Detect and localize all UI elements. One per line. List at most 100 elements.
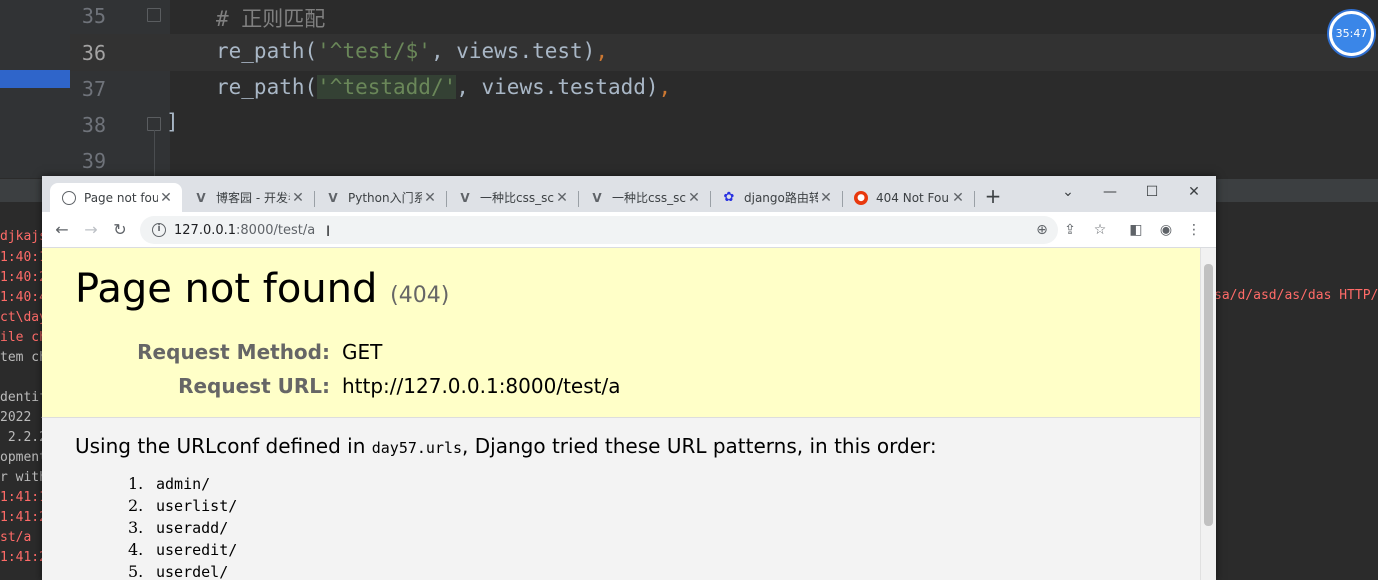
screen: 35 36 37 38 39 # 正则匹配 re_path('^test/$',… xyxy=(0,0,1378,580)
back-arrow-icon[interactable]: ← xyxy=(51,219,73,241)
url-pattern: useradd/ xyxy=(156,519,229,537)
reload-icon[interactable]: ↻ xyxy=(109,219,131,241)
url-pattern: userdel/ xyxy=(156,563,229,580)
close-icon[interactable]: ✕ xyxy=(686,190,702,206)
side-panel-icon[interactable]: ◧ xyxy=(1126,220,1146,240)
code-call: re_path( xyxy=(216,75,318,99)
cnblogs-icon: ᐯ xyxy=(460,190,470,205)
more-menu-icon[interactable]: ⋮ xyxy=(1184,220,1204,240)
line-number: 38 xyxy=(81,113,106,137)
list-item: 2. userlist/ xyxy=(128,496,237,518)
info-prefix: Using the URLconf defined in xyxy=(75,434,372,458)
list-number: 5. xyxy=(128,562,144,580)
tab-django-routing[interactable]: ✿ django路由转 ✕ xyxy=(710,183,842,212)
console-line: 1:41:1 xyxy=(0,490,47,505)
tab-title: 一种比css_sco xyxy=(480,191,554,205)
url-path: :8000/test/a xyxy=(236,222,316,238)
code-call: re_path( xyxy=(216,39,318,63)
red-site-icon: ● xyxy=(854,190,868,205)
tab-title: Page not fou xyxy=(84,190,158,205)
globe-icon xyxy=(62,190,76,205)
tab-title: 404 Not Foun xyxy=(876,190,950,205)
close-window-icon[interactable]: ✕ xyxy=(1174,180,1214,204)
console-line: st/a xyxy=(0,530,32,545)
fold-marker-icon[interactable] xyxy=(147,117,161,131)
console-line: 2.2.2 xyxy=(0,430,47,445)
profile-avatar-icon[interactable]: ◉ xyxy=(1156,220,1176,240)
tab-title: Python入门系 xyxy=(348,191,422,205)
tab-css-article-2[interactable]: ᐯ 一种比css_sco ✕ xyxy=(578,183,710,212)
status-code: (404) xyxy=(390,283,450,308)
list-item: 1. admin/ xyxy=(128,474,237,496)
request-url-label: Request URL: xyxy=(178,374,330,398)
tab-strip: Page not fou ✕ ᐯ 博客园 - 开发者 ✕ ᐯ Python入门系… xyxy=(42,176,1216,212)
urlconf-info: Using the URLconf defined in day57.urls,… xyxy=(75,434,937,458)
error-summary: Page not found (404) Request Method: GET… xyxy=(42,248,1200,418)
code-line-37[interactable]: re_path('^testadd/', views.testadd), xyxy=(216,75,671,99)
tab-page-not-found[interactable]: Page not fou ✕ xyxy=(50,183,182,212)
cnblogs-icon: ᐯ xyxy=(196,190,206,205)
line-number: 37 xyxy=(81,77,106,101)
code-string: '^testadd/' xyxy=(317,75,457,99)
code-line-38[interactable]: ] xyxy=(166,110,179,134)
close-icon[interactable]: ✕ xyxy=(554,190,570,206)
console-line: tem ch xyxy=(0,350,47,365)
baidu-icon: ✿ xyxy=(723,190,735,205)
site-info-icon[interactable]: i xyxy=(152,223,166,237)
console-line: 1:40:1 xyxy=(0,250,47,265)
console-line: 2022 - xyxy=(0,410,47,425)
url-pattern: userlist/ xyxy=(156,497,238,515)
cnblogs-icon: ᐯ xyxy=(592,190,602,205)
tab-cnblogs[interactable]: ᐯ 博客园 - 开发者 ✕ xyxy=(182,183,314,212)
tab-python-intro[interactable]: ᐯ Python入门系 ✕ xyxy=(314,183,446,212)
maximize-icon[interactable]: ☐ xyxy=(1132,180,1172,204)
code-args: , views.testadd) xyxy=(456,75,659,99)
cnblogs-icon: ᐯ xyxy=(328,190,338,205)
list-item: 4. useredit/ xyxy=(128,540,237,562)
tab-title: 一种比css_sco xyxy=(612,191,686,205)
url-pattern: admin/ xyxy=(156,475,211,493)
list-number: 4. xyxy=(128,540,144,559)
share-icon[interactable]: ⇪ xyxy=(1060,220,1080,240)
page-title-text: Page not found xyxy=(75,266,378,312)
page-scrollbar-thumb[interactable] xyxy=(1204,264,1213,526)
console-log-fragment: sa/d/asd/as/das HTTP/1. xyxy=(1214,288,1378,303)
close-icon[interactable]: ✕ xyxy=(422,190,438,206)
console-line: djkajs xyxy=(0,229,47,244)
tab-css-article-1[interactable]: ᐯ 一种比css_sco ✕ xyxy=(446,183,578,212)
ide-project-selected-item[interactable] xyxy=(0,70,70,88)
line-number: 39 xyxy=(81,149,106,173)
fold-marker-icon[interactable] xyxy=(147,8,161,22)
console-line: 1:40:4 xyxy=(0,290,47,305)
request-method-value: GET xyxy=(342,340,383,364)
ide-project-panel xyxy=(0,0,70,200)
tab-title: 博客园 - 开发者 xyxy=(216,191,290,205)
new-tab-button[interactable]: + xyxy=(982,185,1004,207)
code-line-36[interactable]: re_path('^test/$', views.test), xyxy=(216,39,608,63)
forward-arrow-icon[interactable]: → xyxy=(80,219,102,241)
url-pattern-list: 1. admin/ 2. userlist/ 3. useradd/ 4. usered… xyxy=(128,474,237,580)
tab-404-not-found[interactable]: ● 404 Not Foun ✕ xyxy=(842,183,974,212)
tab-search-icon[interactable]: ⌄ xyxy=(1048,180,1088,204)
code-line-35[interactable]: # 正则匹配 xyxy=(216,3,325,33)
close-icon[interactable]: ✕ xyxy=(818,190,834,206)
page-title: Page not found (404) xyxy=(75,266,449,312)
recording-timer-badge[interactable]: 35:47 xyxy=(1329,11,1374,56)
close-icon[interactable]: ✕ xyxy=(950,190,966,206)
close-icon[interactable]: ✕ xyxy=(158,190,174,206)
address-bar[interactable]: i 127.0.0.1:8000/test/a xyxy=(140,216,1058,244)
zoom-icon[interactable]: ⊕ xyxy=(1032,220,1052,240)
list-number: 3. xyxy=(128,518,144,537)
request-url-value: http://127.0.0.1:8000/test/a xyxy=(342,374,621,398)
close-icon[interactable]: ✕ xyxy=(290,190,306,206)
minimize-icon[interactable]: — xyxy=(1090,180,1130,204)
urlconf-name: day57.urls xyxy=(371,439,463,457)
info-suffix: , Django tried these URL patterns, in th… xyxy=(462,434,937,458)
console-line: 1:40:2 xyxy=(0,270,47,285)
browser-window: Page not fou ✕ ᐯ 博客园 - 开发者 ✕ ᐯ Python入门系… xyxy=(42,176,1216,580)
console-line: r with xyxy=(0,470,47,485)
console-line: 1:41:2 xyxy=(0,510,47,525)
bookmark-star-icon[interactable]: ☆ xyxy=(1090,220,1110,240)
page-content: Page not found (404) Request Method: GET… xyxy=(42,248,1200,580)
console-line: ile ch xyxy=(0,330,47,345)
